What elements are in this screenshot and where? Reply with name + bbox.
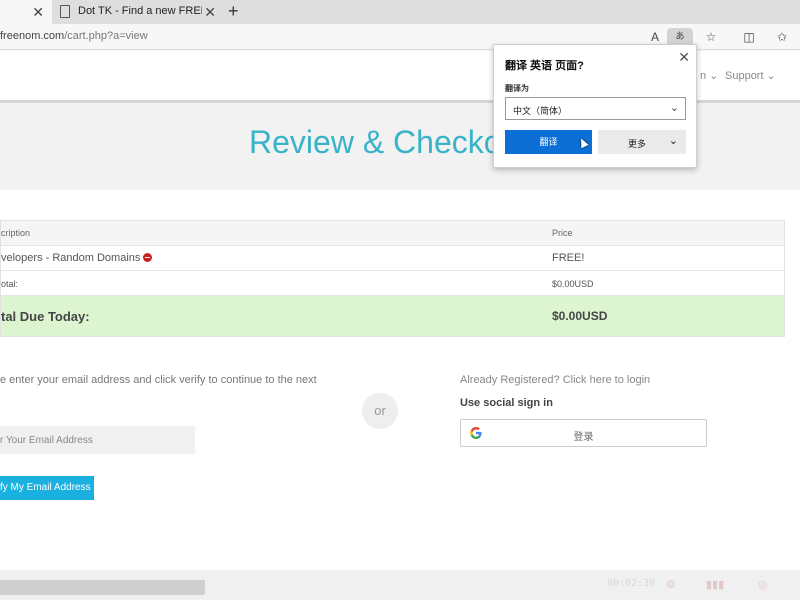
total-label: tal Due Today:	[1, 309, 90, 324]
or-divider: or	[362, 393, 398, 429]
email-field[interactable]	[0, 426, 195, 454]
video-timecode: 00:02:39	[607, 578, 656, 589]
nav-support[interactable]: Support ⌄	[725, 69, 776, 82]
item-description: velopers - Random Domains	[1, 252, 153, 264]
favorite-star-icon[interactable]: ☆	[702, 29, 720, 45]
verify-email-button[interactable]: fy My Email Address	[0, 476, 94, 500]
close-icon[interactable]: ✕	[678, 49, 690, 66]
tab-title: Dot TK - Find a new FREE domain	[78, 5, 202, 17]
read-aloud-icon[interactable]: A	[646, 29, 664, 45]
table-row: velopers - Random Domains FREE!	[1, 246, 784, 271]
more-label: 更多	[628, 139, 647, 149]
page-icon	[60, 5, 70, 18]
selected-language: 中文（简体）	[513, 106, 568, 116]
google-signin-button[interactable]: 登录	[460, 419, 707, 447]
settings-icon: ⚙	[666, 579, 676, 591]
social-signin-label: Use social sign in	[460, 397, 553, 409]
header-description: cription	[1, 228, 31, 238]
more-button[interactable]: 更多 ⌄	[598, 130, 686, 154]
tab-current[interactable]: ✕	[0, 0, 52, 24]
record-icon: ◎	[758, 579, 768, 591]
tab-close-icon[interactable]: ✕	[204, 4, 216, 21]
item-price: FREE!	[552, 252, 585, 264]
tab-dot-tk[interactable]: Dot TK - Find a new FREE domain ✕	[60, 0, 222, 24]
nav-item[interactable]: n ⌄	[700, 69, 718, 82]
browser-tab-bar: ✕ Dot TK - Find a new FREE domain ✕ +	[0, 0, 800, 24]
translate-to-label: 翻译为	[505, 84, 529, 93]
horizontal-scrollbar[interactable]	[0, 580, 205, 595]
tab-close-icon[interactable]: ✕	[32, 4, 44, 21]
total-row: tal Due Today: $0.00USD	[1, 296, 784, 336]
chevron-down-icon: ⌄	[668, 135, 678, 147]
table-header-row: cription Price	[1, 221, 784, 246]
google-signin-label: 登录	[573, 432, 594, 443]
header-price: Price	[552, 228, 573, 238]
language-select[interactable]: 中文（简体） ⌄	[505, 97, 686, 120]
url-text[interactable]: freenom.com/cart.php?a=view	[0, 30, 148, 42]
translate-popup: ✕ 翻译 英语 页面? 翻译为 中文（简体） ⌄ 翻译 更多 ⌄	[493, 44, 697, 168]
email-instructions: e enter your email address and click ver…	[0, 374, 317, 386]
cart-table: cription Price velopers - Random Domains…	[0, 220, 785, 337]
remove-icon[interactable]	[143, 253, 153, 262]
page-title: Review & Checkou	[249, 124, 520, 160]
subtotal-row: otal: $0.00USD	[1, 271, 784, 296]
url-host: freenom.com	[0, 30, 65, 42]
item-name: velopers - Random Domains	[1, 252, 141, 264]
url-path: /cart.php?a=view	[64, 30, 148, 42]
split-screen-icon[interactable]: ◫	[740, 29, 758, 45]
translate-popup-title: 翻译 英语 页面?	[505, 60, 584, 72]
audio-level-icon: ▮▮▮	[706, 579, 725, 591]
total-value: $0.00USD	[552, 309, 608, 323]
subtotal-value: $0.00USD	[552, 279, 594, 289]
favorites-collection-icon[interactable]: ✩	[773, 29, 791, 45]
login-link[interactable]: Already Registered? Click here to login	[460, 374, 650, 386]
chevron-down-icon: ⌄	[669, 102, 679, 114]
subtotal-label: otal:	[1, 279, 19, 289]
new-tab-icon[interactable]: +	[228, 0, 239, 22]
